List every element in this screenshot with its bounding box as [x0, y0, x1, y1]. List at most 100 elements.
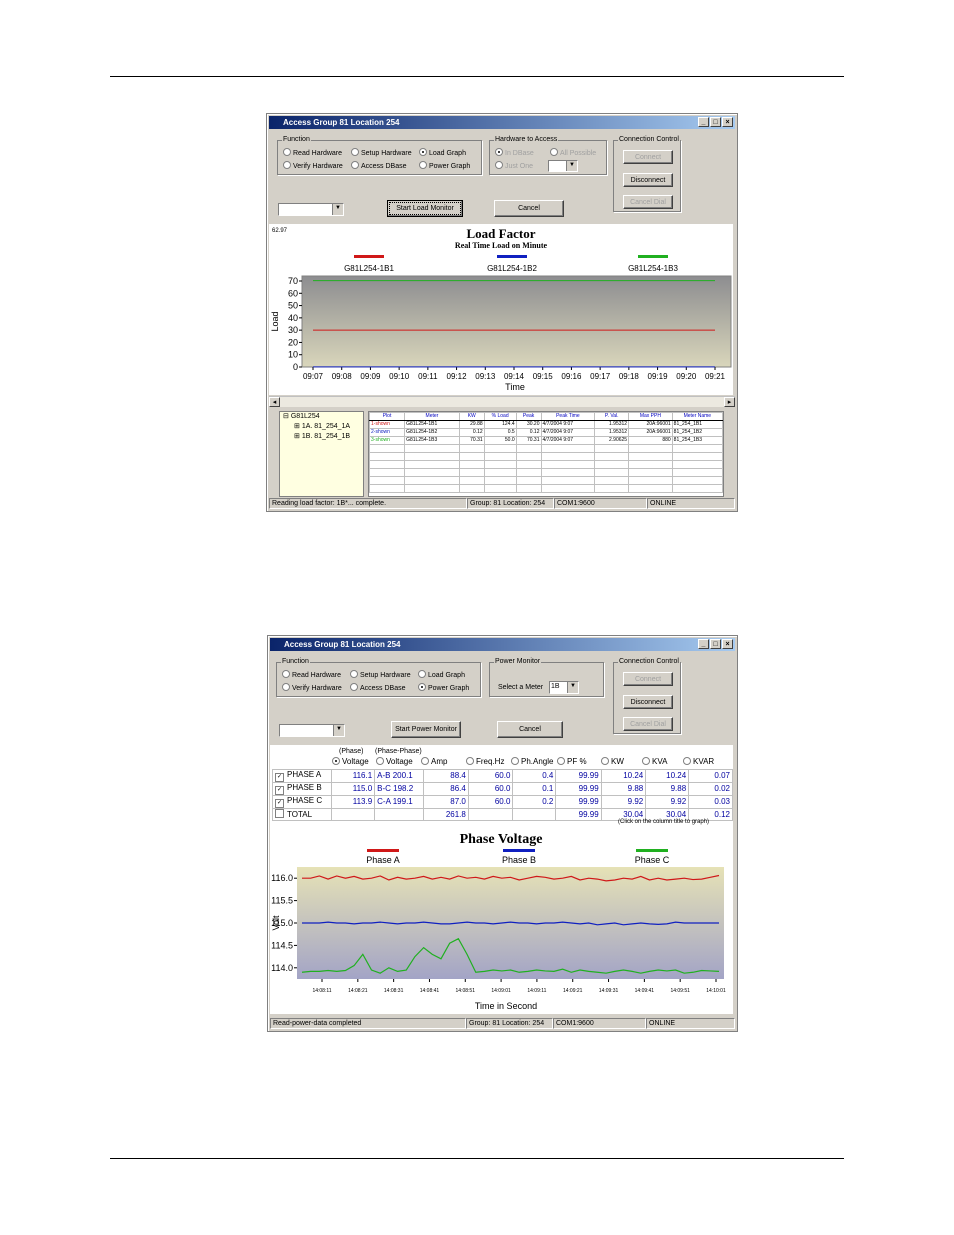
x-tick-label: 09:08	[332, 372, 353, 381]
close-icon[interactable]: ×	[722, 639, 733, 649]
radio-load-graph[interactable]: Load Graph	[419, 148, 466, 158]
load-factor-chart: 62.97 Load FactorReal Time Load on Minute…	[269, 224, 733, 395]
phase-kva: 10.24	[645, 769, 690, 783]
scroll-left-icon[interactable]: ◂	[269, 397, 280, 407]
x-tick-label: 14:08:51	[456, 988, 476, 994]
radio-power-graph[interactable]: Power Graph	[419, 161, 470, 171]
radio-verify-hardware[interactable]: Verify Hardware	[282, 683, 342, 693]
radio-icon	[332, 757, 340, 765]
radio-setup-hardware[interactable]: Setup Hardware	[350, 670, 411, 680]
hardware-group-title: Hardware to Access	[494, 135, 559, 144]
phase-column-radio[interactable]: KVA	[642, 757, 667, 766]
column-header[interactable]: Meter	[404, 412, 460, 421]
column-header[interactable]: Meter Name	[671, 412, 723, 421]
cancel-dial-button[interactable]: Cancel Dial	[623, 717, 673, 731]
radio-access-dbase[interactable]: Access DBase	[351, 161, 407, 171]
column-header[interactable]: P. Val.	[594, 412, 630, 421]
radio-access-dbase[interactable]: Access DBase	[350, 683, 406, 693]
phase-column-radio[interactable]: Freq.Hz	[466, 757, 504, 766]
start-load-monitor-button[interactable]: Start Load Monitor	[387, 200, 463, 217]
phase-name: TOTAL	[271, 808, 333, 821]
phase-amp: 88.4	[423, 769, 469, 783]
column-header[interactable]: Max PPH	[628, 412, 673, 421]
connect-button[interactable]: Connect	[623, 150, 673, 164]
table-row[interactable]: 1-shown G81L254-1B1 29.88 124.4 30.20 4/7/200…	[369, 420, 723, 429]
column-header[interactable]: Peak	[515, 412, 542, 421]
phase-column-radio[interactable]: Voltage	[376, 757, 413, 766]
hardware-group: Hardware to Access In DBase All Possible…	[489, 135, 607, 175]
column-header[interactable]: KW	[458, 412, 485, 421]
phase-column-radio[interactable]: Voltage	[332, 757, 369, 766]
phase-checkbox[interactable]: ✓	[275, 773, 284, 782]
table-cell: 1.95312	[594, 428, 630, 437]
phase-checkbox[interactable]: ✓	[275, 799, 284, 808]
window-title: Access Group 81 Location 254	[284, 640, 401, 649]
cancel-button[interactable]: Cancel	[497, 721, 563, 738]
phase-checkbox[interactable]: ✓	[275, 786, 284, 795]
chevron-down-icon: ▼	[332, 204, 343, 215]
column-header[interactable]: Peak Time	[540, 412, 596, 421]
column-header[interactable]: Plot	[369, 412, 406, 421]
radio-setup-hardware[interactable]: Setup Hardware	[351, 148, 412, 158]
disconnect-button[interactable]: Disconnect	[623, 173, 673, 187]
radio-read-hardware[interactable]: Read Hardware	[282, 670, 341, 680]
maximize-icon[interactable]: □	[710, 117, 721, 127]
phase-table: ✓ PHASE A 116.1 A-B 200.1 88.4 60.0 0.4 99.99 10…	[271, 769, 733, 821]
phase-phase-voltage	[374, 808, 425, 821]
radio-all-possible[interactable]: All Possible	[550, 148, 596, 158]
y-tick-label: 20	[288, 337, 298, 347]
phase-column-radio[interactable]: Amp	[421, 757, 447, 766]
table-cell: 1-shown	[369, 420, 406, 429]
phase-column-radio[interactable]: PF %	[557, 757, 587, 766]
scroll-right-icon[interactable]: ▸	[724, 397, 735, 407]
horizontal-scrollbar[interactable]: ◂ ▸	[269, 396, 735, 407]
table-cell: 0.5	[483, 428, 517, 437]
meter-select[interactable]: 1B ▼	[549, 681, 579, 694]
table-row[interactable]: 3-shown G81L254-1B3 70.31 50.0 70.31 4/7/2004…	[369, 436, 723, 445]
phase-column-radio[interactable]: KVAR	[683, 757, 714, 766]
radio-in-dbase[interactable]: In DBase	[495, 148, 534, 158]
phase-column-radio[interactable]: KW	[601, 757, 624, 766]
phase-kw: 10.24	[600, 769, 647, 783]
cancel-dial-button[interactable]: Cancel Dial	[623, 195, 673, 209]
minimize-icon[interactable]: _	[698, 639, 709, 649]
plot-area	[301, 275, 732, 368]
status-state: ONLINE	[646, 1018, 735, 1029]
connect-button[interactable]: Connect	[623, 672, 673, 686]
radio-verify-hardware[interactable]: Verify Hardware	[283, 161, 343, 171]
cancel-button[interactable]: Cancel	[494, 200, 564, 217]
radio-icon	[642, 757, 650, 765]
table-cell: 20A:96001	[628, 420, 673, 429]
just-one-select[interactable]: ▼	[548, 160, 578, 172]
y-tick-label: 115.5	[271, 896, 293, 906]
y-tick-label: 30	[288, 325, 298, 335]
phase-name: ✓ PHASE A	[271, 769, 333, 783]
column-header[interactable]: % Load	[483, 412, 517, 421]
minimize-icon[interactable]: _	[698, 117, 709, 127]
connection-group-1: Connection Control Connect Disconnect Ca…	[613, 135, 681, 212]
radio-power-graph[interactable]: Power Graph	[418, 683, 469, 693]
phase-column-radio[interactable]: Ph.Angle	[511, 757, 553, 766]
radio-load-graph[interactable]: Load Graph	[418, 670, 465, 680]
maximize-icon[interactable]: □	[710, 639, 721, 649]
legend-swatch	[638, 255, 668, 258]
start-power-monitor-button[interactable]: Start Power Monitor	[391, 721, 461, 738]
y-tick-label: 50	[288, 301, 298, 311]
radio-read-hardware[interactable]: Read Hardware	[283, 148, 342, 158]
status-port: COM1:9600	[553, 1018, 646, 1029]
table-cell: 0.12	[515, 428, 542, 437]
tree-root[interactable]: ⊟ G81L254	[280, 412, 363, 422]
status-location: Group: 81 Location: 254	[467, 498, 554, 509]
function-group: Function Read Hardware Setup Hardware Lo…	[276, 657, 481, 697]
table-row[interactable]: 2-shown G81L254-1B2 0.12 0.5 0.12 4/7/2004 9:…	[369, 428, 723, 437]
tree-item[interactable]: ⊞ 1A. 81_254_1A	[280, 422, 363, 432]
disconnect-button[interactable]: Disconnect	[623, 695, 673, 709]
close-icon[interactable]: ×	[722, 117, 733, 127]
tree-item[interactable]: ⊞ 1B. 81_254_1B	[280, 432, 363, 442]
meter-select[interactable]: ▼	[278, 203, 344, 216]
x-tick-label: 14:09:51	[670, 988, 690, 994]
phase-checkbox[interactable]	[275, 809, 284, 818]
meter-list-select[interactable]: ▼	[279, 724, 345, 737]
y-tick-label: 70	[288, 276, 298, 286]
radio-just-one[interactable]: Just One	[495, 161, 533, 171]
